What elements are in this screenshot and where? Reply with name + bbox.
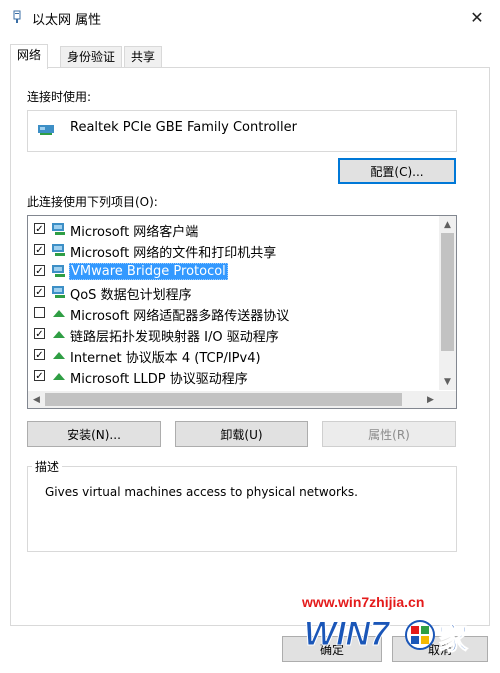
scroll-corner (439, 391, 456, 408)
list-item[interactable]: ✓ VMware Bridge Protocol (28, 261, 438, 282)
checkbox[interactable]: ✓ (34, 349, 45, 361)
window-title: 以太网 属性 (32, 13, 102, 28)
tab-authentication[interactable]: 身份验证 (60, 46, 123, 68)
list-item[interactable]: ✓ 链路层拓扑发现映射器 I/O 驱动程序 (28, 324, 438, 345)
install-button[interactable]: 安装(N)... (27, 421, 161, 447)
description-legend: 描述 (32, 458, 63, 475)
checkbox[interactable]: ✓ (34, 328, 45, 340)
list-item-label: Microsoft 网络的文件和打印机共享 (70, 246, 277, 261)
bridge-protocol-icon (52, 265, 65, 277)
horizontal-scroll-thumb[interactable] (45, 393, 402, 406)
protocol-icon (53, 331, 65, 338)
list-item[interactable]: Microsoft 网络适配器多路传送器协议 (28, 303, 438, 324)
list-item[interactable]: ✓ Microsoft LLDP 协议驱动程序 (28, 366, 438, 387)
vertical-scroll-thumb[interactable] (441, 233, 454, 351)
scroll-left-icon[interactable]: ◀ (28, 391, 45, 408)
network-client-icon (52, 223, 65, 235)
list-item[interactable]: ✓ Internet 协议版本 4 (TCP/IPv4) (28, 345, 438, 366)
list-item[interactable]: ✓ Microsoft 网络客户端 (28, 219, 438, 240)
network-adapter-icon (13, 10, 21, 23)
close-icon[interactable]: ✕ (454, 0, 500, 34)
properties-button: 属性(R) (322, 421, 456, 447)
scroll-up-icon[interactable]: ▲ (439, 216, 456, 233)
list-item-label: Microsoft 网络适配器多路传送器协议 (70, 309, 290, 324)
checkbox[interactable]: ✓ (34, 265, 45, 277)
file-sharing-icon (52, 244, 65, 256)
vertical-scrollbar[interactable]: ▲ ▼ (439, 216, 456, 390)
list-item-label: 链路层拓扑发现映射器 I/O 驱动程序 (70, 330, 279, 345)
description-group: 描述 Gives virtual machines access to phys… (27, 458, 457, 552)
checkbox[interactable]: ✓ (34, 370, 45, 382)
list-item-label: QoS 数据包计划程序 (70, 288, 192, 303)
components-label: 此连接使用下列项目(O): (27, 195, 158, 209)
qos-scheduler-icon (52, 286, 65, 298)
list-item[interactable]: ✓ Microsoft 网络的文件和打印机共享 (28, 240, 438, 261)
watermark-url: www.win7zhijia.cn (302, 594, 425, 610)
list-item-label: Internet 协议版本 4 (TCP/IPv4) (70, 351, 261, 366)
list-item-label: Microsoft LLDP 协议驱动程序 (70, 372, 248, 387)
list-item-label: Microsoft 网络客户端 (70, 225, 199, 240)
list-item[interactable]: ✓ QoS 数据包计划程序 (28, 282, 438, 303)
scroll-right-icon[interactable]: ▶ (422, 391, 439, 408)
components-list[interactable]: ✓ Microsoft 网络客户端 ✓ Microsoft 网络的文件和打印机共… (27, 215, 457, 409)
protocol-icon (53, 310, 65, 317)
title-bar: 以太网 属性 ✕ (0, 0, 500, 34)
adapter-field: Realtek PCIe GBE Family Controller (27, 110, 457, 152)
tab-network[interactable]: 网络 (10, 44, 49, 69)
description-text: Gives virtual machines access to physica… (45, 485, 358, 499)
properties-window: 以太网 属性 ✕ 网络 身份验证 共享 连接时使用: Realtek PCIe … (0, 0, 500, 673)
checkbox[interactable]: ✓ (34, 286, 45, 298)
list-item-label: VMware Bridge Protocol (69, 263, 228, 280)
horizontal-scrollbar[interactable]: ◀ ▶ (28, 391, 439, 408)
tab-strip: 网络 身份验证 共享 (10, 44, 490, 69)
svg-text:家: 家 (438, 623, 468, 656)
adapter-name: Realtek PCIe GBE Family Controller (70, 120, 297, 135)
checkbox[interactable] (34, 307, 45, 318)
network-card-icon (38, 125, 54, 135)
uninstall-button[interactable]: 卸载(U) (175, 421, 308, 447)
checkbox[interactable]: ✓ (34, 223, 45, 235)
scroll-down-icon[interactable]: ▼ (439, 373, 456, 390)
checkbox[interactable]: ✓ (34, 244, 45, 256)
protocol-icon (53, 373, 65, 380)
svg-text:WIN7: WIN7 (304, 615, 391, 653)
tab-sharing[interactable]: 共享 (124, 46, 163, 68)
connect-using-label: 连接时使用: (27, 90, 92, 104)
protocol-icon (53, 352, 65, 359)
watermark-logo: WIN7 家 (304, 615, 469, 657)
configure-button[interactable]: 配置(C)... (338, 158, 456, 184)
